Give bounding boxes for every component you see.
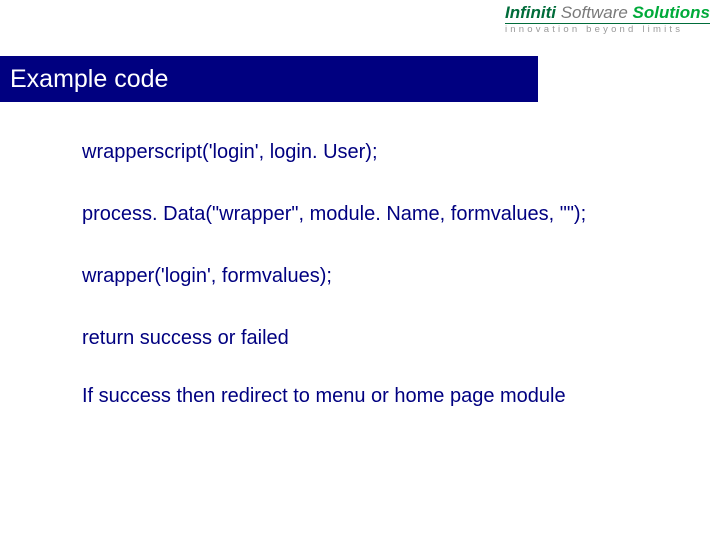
code-line-5: If success then redirect to menu or home… <box>82 384 680 408</box>
logo-wordmark: Infiniti Software Solutions <box>505 4 710 21</box>
logo-text-infiniti: Infiniti <box>505 3 556 22</box>
code-line-3: wrapper('login', formvalues); <box>82 264 680 288</box>
logo-text-solutions: Solutions <box>633 3 710 22</box>
code-line-4: return success or failed <box>82 326 680 350</box>
logo-text-software: Software <box>561 3 628 22</box>
title-band: Example code <box>0 56 538 102</box>
logo-tagline: innovation beyond limits <box>505 25 710 35</box>
company-logo: Infiniti Software Solutions innovation b… <box>505 4 710 35</box>
slide-title: Example code <box>10 65 168 94</box>
slide-body: wrapperscript('login', login. User); pro… <box>82 140 680 446</box>
code-line-1: wrapperscript('login', login. User); <box>82 140 680 164</box>
slide: Infiniti Software Solutions innovation b… <box>0 0 720 540</box>
code-line-2: process. Data("wrapper", module. Name, f… <box>82 202 680 226</box>
